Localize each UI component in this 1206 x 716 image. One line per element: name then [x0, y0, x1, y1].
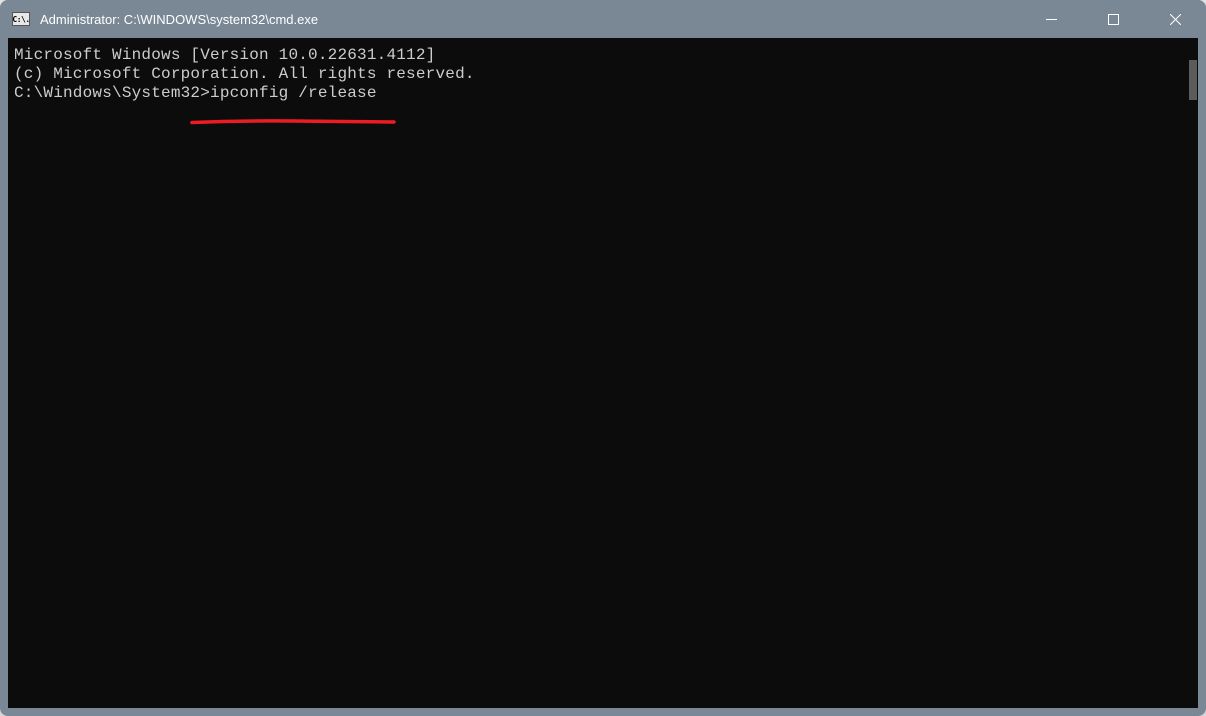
close-button[interactable]	[1144, 0, 1206, 38]
scrollbar-thumb[interactable]	[1189, 60, 1197, 100]
maximize-icon	[1108, 14, 1119, 25]
maximize-button[interactable]	[1082, 0, 1144, 38]
window-title: Administrator: C:\WINDOWS\system32\cmd.e…	[38, 12, 1020, 27]
terminal-prompt: C:\Windows\System32>	[14, 84, 210, 102]
red-underline-annotation	[190, 112, 396, 118]
terminal-prompt-line: C:\Windows\System32>ipconfig /release	[14, 84, 1192, 103]
minimize-button[interactable]	[1020, 0, 1082, 38]
command-prompt-window: C:\. Administrator: C:\WINDOWS\system32\…	[0, 0, 1206, 716]
terminal-body[interactable]: Microsoft Windows [Version 10.0.22631.41…	[8, 38, 1198, 708]
minimize-icon	[1046, 14, 1057, 25]
cmd-icon: C:\.	[12, 12, 30, 26]
terminal-line-version: Microsoft Windows [Version 10.0.22631.41…	[14, 46, 1192, 65]
scrollbar[interactable]	[1183, 38, 1198, 708]
terminal-content: Microsoft Windows [Version 10.0.22631.41…	[8, 38, 1198, 111]
titlebar[interactable]: C:\. Administrator: C:\WINDOWS\system32\…	[0, 0, 1206, 38]
terminal-command: ipconfig /release	[210, 84, 377, 102]
window-controls	[1020, 0, 1206, 38]
terminal-line-copyright: (c) Microsoft Corporation. All rights re…	[14, 65, 1192, 84]
close-icon	[1170, 14, 1181, 25]
